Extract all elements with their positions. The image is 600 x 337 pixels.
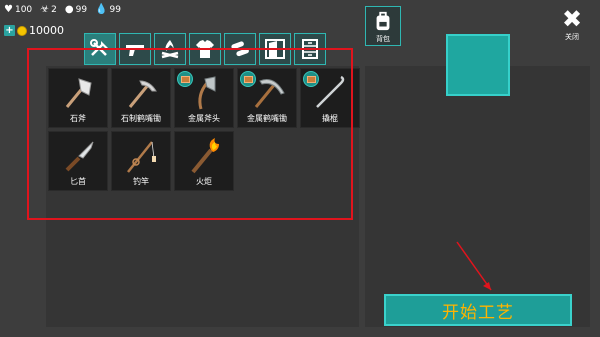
close-button[interactable]: ✖ 关闭: [557, 5, 587, 42]
stone-axe-icon: [65, 78, 92, 108]
book-icon: [306, 75, 316, 83]
category-tab-building[interactable]: [259, 33, 291, 65]
food-stat: ● 99: [65, 4, 87, 15]
recipe-book-badge: [177, 71, 193, 87]
item-name: 撬棍: [322, 114, 338, 123]
backpack-icon: [376, 11, 390, 30]
item-name: 金属鹤嘴锄: [247, 114, 287, 123]
water-drop-icon: 💧: [95, 4, 108, 15]
recipe-grid: 石斧 石制鹤嘴锄 金属斧头 金属鹤嘴锄 撬棍 匕首 钓竿 火炬: [48, 68, 360, 191]
torch-icon: [191, 138, 219, 174]
radiation-value: 2: [51, 4, 57, 15]
water-value: 99: [109, 4, 121, 15]
backpack-label: 背包: [376, 34, 390, 43]
category-tab-tools[interactable]: [84, 33, 116, 65]
item-name: 匕首: [70, 177, 86, 186]
item-name: 石斧: [70, 114, 86, 123]
start-crafting-label: 开始工艺: [442, 302, 514, 323]
recipe-torch[interactable]: 火炬: [174, 131, 234, 191]
coin-icon: [17, 25, 27, 36]
health-value: 100: [14, 4, 33, 15]
backpack-button[interactable]: 背包: [365, 6, 401, 46]
category-tab-weapons[interactable]: [119, 33, 151, 65]
cabinet-icon: [302, 39, 318, 59]
campfire-icon: [161, 40, 179, 59]
dagger-icon: [65, 141, 94, 172]
book-icon: [243, 75, 253, 83]
shirt-icon: [196, 40, 214, 58]
recipe-dagger[interactable]: 匕首: [48, 131, 108, 191]
item-preview-slot: [446, 34, 510, 96]
tools-icon: [90, 39, 108, 56]
detail-panel: [365, 66, 590, 327]
recipe-book-badge: [240, 71, 256, 87]
radiation-stat: ☣ 2: [40, 4, 57, 15]
recipe-metal-pickaxe[interactable]: 金属鹤嘴锄: [237, 68, 297, 128]
item-name: 金属斧头: [188, 114, 220, 123]
fishing-rod-icon: [127, 141, 156, 173]
close-label: 关闭: [565, 33, 579, 41]
item-name: 石制鹤嘴锄: [121, 114, 161, 123]
food-value: 99: [75, 4, 88, 15]
start-crafting-button[interactable]: 开始工艺: [384, 294, 572, 326]
recipe-stone-pickaxe[interactable]: 石制鹤嘴锄: [111, 68, 171, 128]
water-stat: 💧 99: [95, 4, 121, 15]
heart-icon: ♥: [4, 4, 13, 15]
gun-icon: [126, 45, 144, 56]
apple-icon: ●: [64, 4, 74, 15]
recipe-stone-axe[interactable]: 石斧: [48, 68, 108, 128]
close-icon: ✖: [561, 5, 583, 33]
recipe-book-badge: [303, 71, 319, 87]
health-stat: ♥ 100: [4, 4, 32, 15]
recipe-metal-axe[interactable]: 金属斧头: [174, 68, 234, 128]
currency-bar: + 10000: [4, 24, 64, 37]
logs-icon: [231, 41, 249, 57]
book-icon: [180, 75, 190, 83]
recipe-crowbar[interactable]: 撬棍: [300, 68, 360, 128]
category-tab-storage[interactable]: [294, 33, 326, 65]
door-icon: [265, 39, 285, 59]
biohazard-icon: ☣: [40, 4, 50, 15]
stone-pickaxe-icon: [128, 80, 157, 108]
item-name: 钓竿: [133, 177, 149, 186]
status-bar: ♥ 100 ☣ 2 ● 99 💧 99: [4, 4, 129, 15]
category-tab-clothing[interactable]: [189, 33, 221, 65]
category-tab-materials[interactable]: [224, 33, 256, 65]
recipe-fishing-rod[interactable]: 钓竿: [111, 131, 171, 191]
add-currency-button[interactable]: +: [4, 25, 15, 36]
item-name: 火炬: [196, 177, 212, 186]
category-tab-fire[interactable]: [154, 33, 186, 65]
category-bar: [84, 33, 329, 65]
coin-value: 10000: [29, 24, 64, 37]
